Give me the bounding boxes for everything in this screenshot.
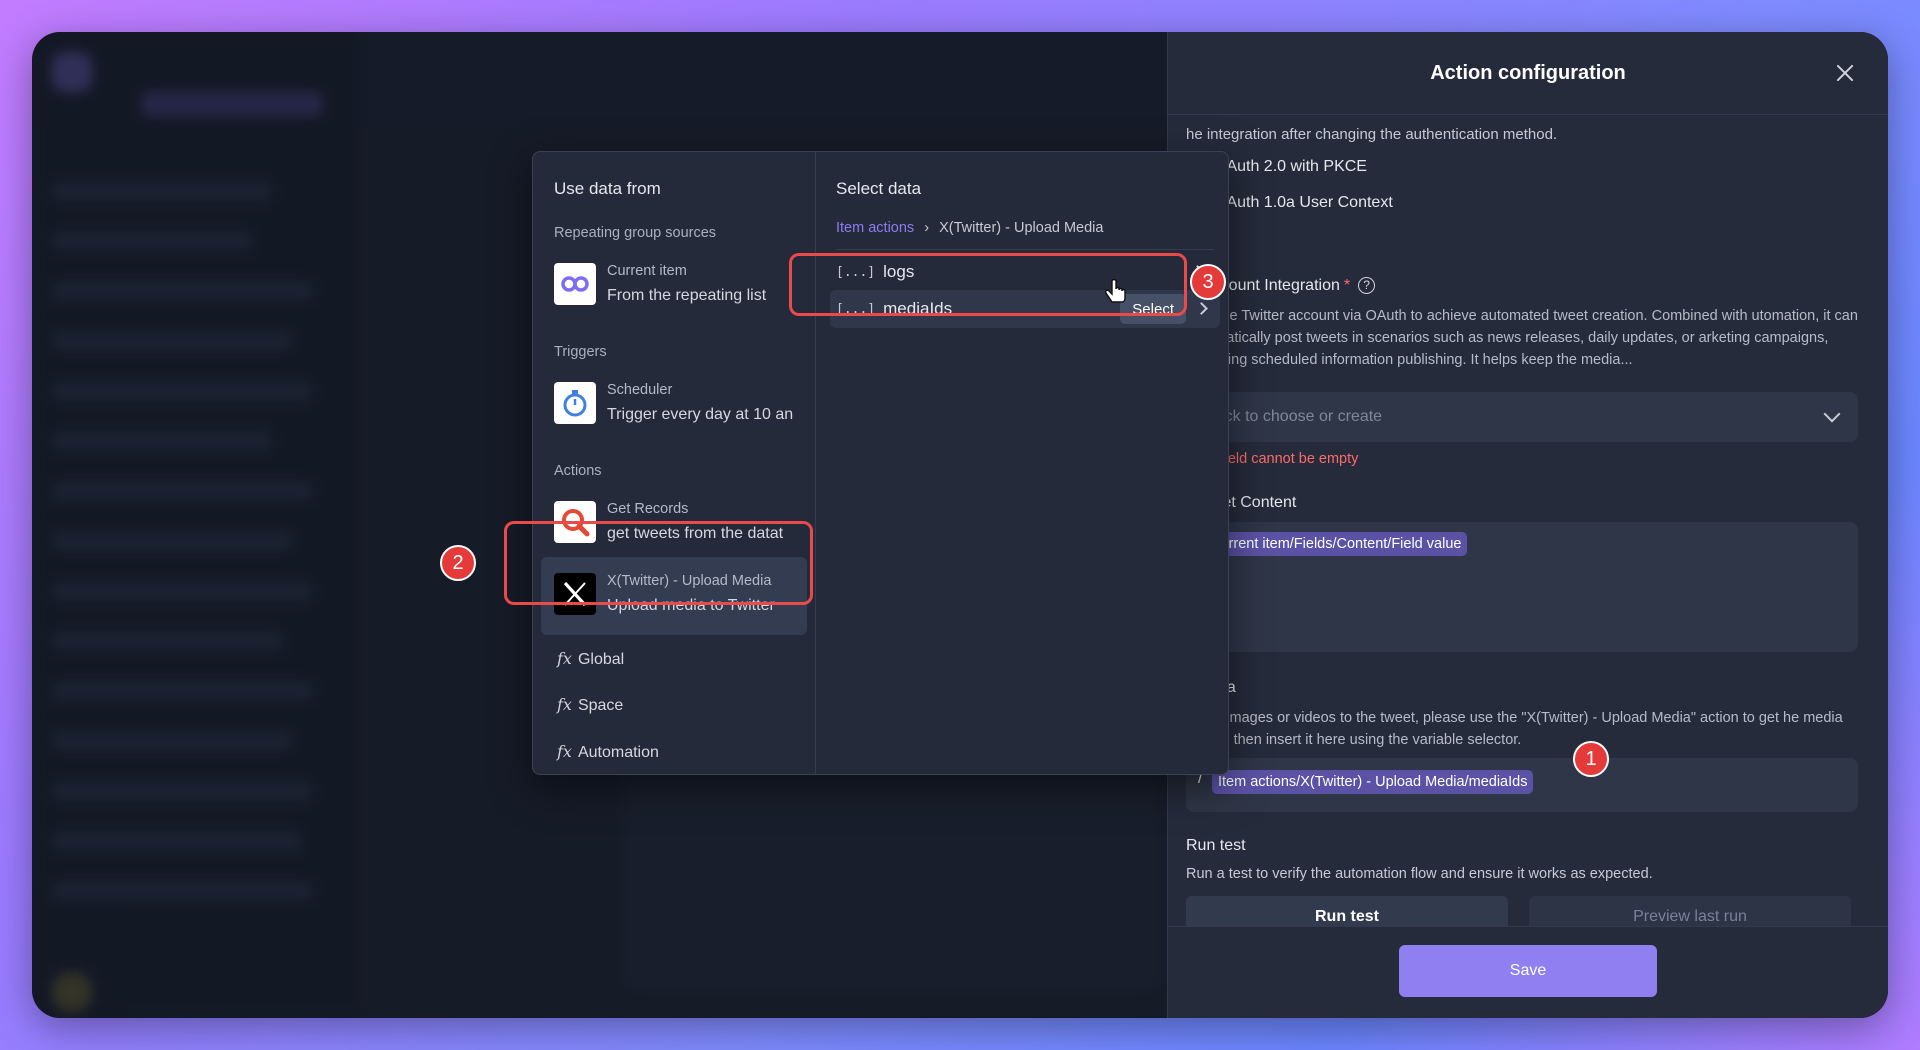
auth-note: he integration after changing the authen…	[1186, 126, 1558, 143]
fx-space[interactable]: fx Space	[557, 695, 623, 715]
run-test-description: Run a test to verify the automation flow…	[1186, 866, 1653, 882]
breadcrumb-separator: ›	[924, 220, 930, 236]
panel-footer: Save	[1168, 926, 1888, 1018]
source-scheduler[interactable]: Scheduler Trigger every day at 10 an	[554, 378, 804, 432]
variable-token[interactable]: Current item/Fields/Content/Field value	[1204, 532, 1468, 556]
group-actions: Actions	[554, 463, 602, 479]
source-subtitle: Trigger every day at 10 an	[607, 406, 794, 423]
panel-header: Action configuration	[1168, 32, 1888, 115]
run-test-title: Run test	[1186, 837, 1246, 854]
function-icon: fx	[557, 695, 572, 714]
panel-title: Action configuration	[1430, 62, 1626, 84]
breadcrumb: Item actions › X(Twitter) - Upload Media	[836, 220, 1103, 236]
divider	[836, 249, 1214, 250]
media-description: o add images or videos to the tweet, ple…	[1186, 710, 1843, 748]
required-mark: *	[1343, 277, 1351, 294]
account-description: ct to the Twitter account via OAuth to a…	[1186, 308, 1858, 368]
radio-label: OAuth 2.0 with PKCE	[1214, 158, 1367, 175]
preview-last-run-button[interactable]: Preview last run	[1529, 896, 1851, 926]
function-icon: fx	[557, 649, 572, 668]
function-icon: fx	[557, 742, 572, 761]
save-button[interactable]: Save	[1399, 945, 1657, 997]
select-data-title: Select data	[836, 179, 922, 198]
chevron-down-icon	[1823, 405, 1841, 423]
source-title: Scheduler	[607, 382, 673, 398]
data-picker-popup: Use data from Repeating group sources Cu…	[532, 151, 1229, 775]
fx-label: Global	[577, 651, 625, 668]
fx-automation[interactable]: fx Automation	[557, 742, 659, 762]
group-repeating: Repeating group sources	[554, 225, 717, 241]
step-badge-1: 1	[1573, 741, 1609, 777]
breadcrumb-current: X(Twitter) - Upload Media	[939, 220, 1104, 236]
source-subtitle: From the repeating list	[607, 287, 767, 304]
run-test-button[interactable]: Run test	[1186, 896, 1508, 926]
variable-token[interactable]: Item actions/X(Twitter) - Upload Media/m…	[1212, 770, 1534, 794]
source-title: Get Records	[607, 501, 689, 517]
fx-label: Automation	[577, 744, 659, 761]
breadcrumb-link[interactable]: Item actions	[836, 220, 914, 236]
help-icon[interactable]: ?	[1358, 277, 1376, 294]
hand-cursor-icon	[1105, 279, 1126, 303]
step-badge-3: 3	[1190, 264, 1226, 300]
stopwatch-icon	[554, 382, 596, 424]
select-placeholder: Click to choose or create	[1206, 408, 1383, 425]
account-select[interactable]: Click to choose or create	[1186, 392, 1858, 442]
radio-label: OAuth 1.0a User Context	[1214, 194, 1393, 211]
close-icon[interactable]	[1832, 60, 1858, 86]
group-triggers: Triggers	[554, 344, 607, 360]
source-title: Current item	[607, 263, 687, 279]
chevron-right-icon	[1195, 302, 1208, 315]
use-data-from-title: Use data from	[554, 179, 661, 198]
media-field[interactable]: / Item actions/X(Twitter) - Upload Media…	[1186, 758, 1858, 812]
data-source-column: Use data from Repeating group sources Cu…	[533, 152, 816, 774]
fx-global[interactable]: fx Global	[557, 649, 624, 669]
source-current-item[interactable]: Current item From the repeating list	[554, 259, 804, 313]
panel-body: he integration after changing the authen…	[1168, 115, 1888, 926]
tweet-content-field[interactable]: Current item/Fields/Content/Field value	[1186, 522, 1858, 652]
app-window: Action configuration he integration afte…	[32, 32, 1888, 1018]
highlight-box-upload-media	[504, 521, 813, 605]
fx-label: Space	[577, 697, 624, 714]
infinity-icon	[554, 263, 596, 305]
step-badge-2: 2	[440, 545, 476, 581]
action-configuration-panel: Action configuration he integration afte…	[1167, 32, 1888, 1018]
